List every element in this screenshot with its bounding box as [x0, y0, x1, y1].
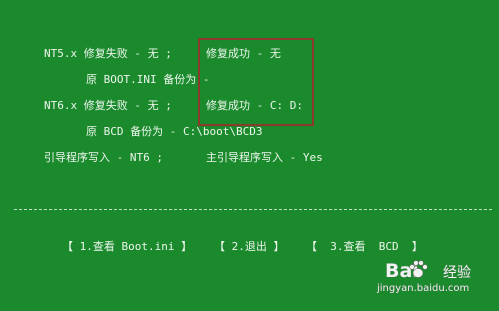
jingyan-url: jingyan.baidu.com	[377, 283, 470, 294]
baidu-jingyan-watermark: Bai 经验 jingyan.baidu.com	[377, 258, 485, 298]
highlight-box	[198, 38, 314, 126]
nt5-backup-text: 原 BOOT.INI 备份为 -	[86, 73, 210, 86]
nt6-status-text: NT6.x 修复失败 - 无 ;	[44, 99, 172, 112]
view-bcd-button[interactable]: 【 3.查看 BCD 】	[306, 240, 423, 254]
exit-button[interactable]: 【 2.退出 】	[214, 240, 285, 254]
boot-write-status: 引导程序写入 - NT6 ;	[44, 151, 163, 164]
dashed-divider	[14, 209, 492, 210]
view-boot-ini-button[interactable]: 【 1.查看 Boot.ini 】	[62, 240, 192, 254]
jingyan-text: 经验	[443, 265, 471, 281]
nt6-backup-text: 原 BCD 备份为 - C:\boot\BCD3	[86, 125, 263, 138]
repair-result-screen: NT5.x 修复失败 - 无 ; 修复成功 - 无 原 BOOT.INI 备份为…	[0, 0, 499, 311]
mbr-write-status: 主引导程序写入 - Yes	[206, 151, 323, 164]
nt5-status-text: NT5.x 修复失败 - 无 ;	[44, 47, 172, 60]
paw-icon	[409, 260, 428, 278]
